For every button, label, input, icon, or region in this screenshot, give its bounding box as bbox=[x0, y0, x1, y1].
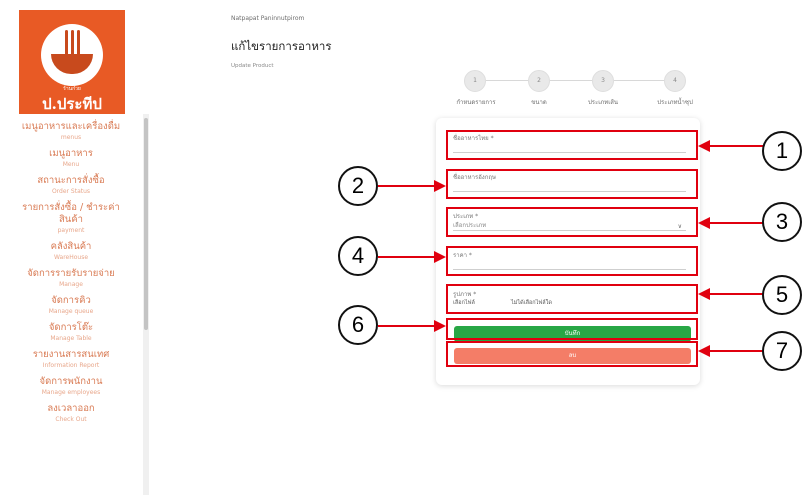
arrow-icon bbox=[698, 345, 710, 357]
page-title: แก้ไขรายการอาหาร bbox=[231, 39, 332, 53]
sidebar-item-manage[interactable]: จัดการรายรับรายจ่าย Manage bbox=[0, 265, 142, 292]
step-label: ประเภทเส้น bbox=[587, 99, 619, 106]
sidebar-item-manage-queue[interactable]: จัดการคิว Manage queue bbox=[0, 292, 142, 319]
sidebar-item-menu[interactable]: เมนูอาหาร Menu bbox=[0, 145, 142, 172]
sidebar-item-order-status[interactable]: สถานะการสั่งซื้อ Order Status bbox=[0, 172, 142, 199]
sidebar-item-sublabel: Menu bbox=[62, 161, 80, 168]
arrow-icon bbox=[698, 288, 710, 300]
sidebar-item-label: จัดการพนักงาน bbox=[39, 376, 103, 387]
sidebar-item-label: รายงานสารสนเทศ bbox=[32, 349, 110, 360]
sidebar-item-warehouse[interactable]: คลังสินค้า WareHouse bbox=[0, 238, 142, 265]
sidebar-item-label: จัดการรายรับรายจ่าย bbox=[27, 268, 115, 279]
annotation-arrow-6 bbox=[378, 325, 436, 327]
annotation-box-5 bbox=[446, 284, 698, 314]
sidebar-item-label: เมนูอาหารและเครื่องดื่ม bbox=[21, 121, 121, 132]
logo-text: ป.ประทีป bbox=[42, 95, 102, 113]
sidebar-item-payment[interactable]: รายการสั่งซื้อ / ชำระค่าสินค้า payment bbox=[0, 199, 142, 238]
sidebar-item-label: เมนูอาหาร bbox=[49, 148, 93, 159]
annotation-arrow-1 bbox=[708, 145, 764, 147]
sidebar-item-label: สถานะการสั่งซื้อ bbox=[37, 175, 105, 186]
arrow-icon bbox=[698, 217, 710, 229]
step-label: ประเภทน้ำซุป bbox=[657, 99, 693, 106]
sidebar-item-sublabel: Manage Table bbox=[50, 335, 92, 342]
step-4[interactable]: 4 bbox=[664, 70, 686, 92]
annotation-box-4 bbox=[446, 246, 698, 276]
arrow-icon bbox=[698, 140, 710, 152]
sidebar-item-menus[interactable]: เมนูอาหารและเครื่องดื่ม menus bbox=[0, 118, 142, 145]
step-2[interactable]: 2 bbox=[528, 70, 550, 92]
sidebar-item-information-report[interactable]: รายงานสารสนเทศ Information Report bbox=[0, 346, 142, 373]
noodle-bowl-icon bbox=[41, 24, 103, 86]
page-subtitle: Update Product bbox=[231, 63, 274, 69]
sidebar-item-sublabel: WareHouse bbox=[53, 254, 89, 261]
step-label: กำหนดรายการ bbox=[456, 99, 496, 106]
step-3[interactable]: 3 bbox=[592, 70, 614, 92]
page: ร้านก๋วย ป.ประทีป เมนูอาหารและเครื่องดื่… bbox=[0, 0, 805, 495]
sidebar-menu: เมนูอาหารและเครื่องดื่ม menus เมนูอาหาร … bbox=[0, 118, 142, 427]
sidebar-item-label: รายการสั่งซื้อ / ชำระค่าสินค้า bbox=[22, 202, 120, 225]
annotation-arrow-5 bbox=[708, 293, 764, 295]
sidebar-item-label: ลงเวลาออก bbox=[47, 403, 95, 414]
annotation-arrow-4 bbox=[378, 256, 436, 258]
annotation-circle-7: 7 bbox=[762, 331, 802, 371]
sidebar-item-sublabel: Check Out bbox=[55, 416, 87, 423]
annotation-box-3 bbox=[446, 207, 698, 237]
annotation-arrow-3 bbox=[708, 222, 764, 224]
step-label: ขนาด bbox=[531, 99, 547, 106]
sidebar-item-manage-employees[interactable]: จัดการพนักงาน Manage employees bbox=[0, 373, 142, 400]
annotation-box-7 bbox=[446, 341, 698, 367]
annotation-circle-2: 2 bbox=[338, 166, 378, 206]
sidebar-item-sublabel: Manage employees bbox=[41, 389, 101, 396]
sidebar-item-label: คลังสินค้า bbox=[50, 241, 92, 252]
sidebar-item-label: จัดการคิว bbox=[51, 295, 91, 306]
annotation-arrow-2 bbox=[378, 185, 436, 187]
sidebar-item-sublabel: payment bbox=[57, 227, 85, 234]
logo: ร้านก๋วย ป.ประทีป bbox=[19, 10, 125, 114]
annotation-circle-3: 3 bbox=[762, 202, 802, 242]
annotation-circle-6: 6 bbox=[338, 305, 378, 345]
sidebar-item-check-out[interactable]: ลงเวลาออก Check Out bbox=[0, 400, 142, 427]
stepper: 1 2 3 4 กำหนดรายการ ขนาด ประเภทเส้น ประเ… bbox=[450, 70, 700, 110]
arrow-icon bbox=[434, 180, 446, 192]
annotation-box-6 bbox=[446, 318, 698, 340]
sidebar-item-sublabel: Information Report bbox=[42, 362, 100, 369]
sidebar-item-sublabel: Manage queue bbox=[48, 308, 94, 315]
sidebar-scroll-thumb[interactable] bbox=[144, 118, 148, 330]
annotation-box-2 bbox=[446, 169, 698, 199]
annotation-box-1 bbox=[446, 130, 698, 160]
sidebar-item-sublabel: Manage bbox=[59, 281, 83, 288]
step-1[interactable]: 1 bbox=[464, 70, 486, 92]
annotation-arrow-7 bbox=[708, 350, 764, 352]
annotation-circle-4: 4 bbox=[338, 236, 378, 276]
arrow-icon bbox=[434, 251, 446, 263]
annotation-circle-5: 5 bbox=[762, 275, 802, 315]
sidebar-item-label: จัดการโต๊ะ bbox=[48, 322, 94, 333]
step-connector bbox=[614, 80, 666, 81]
sidebar-item-sublabel: Order Status bbox=[51, 188, 91, 195]
sidebar-item-sublabel: menus bbox=[60, 134, 82, 141]
annotation-circle-1: 1 bbox=[762, 131, 802, 171]
sidebar: ร้านก๋วย ป.ประทีป เมนูอาหารและเครื่องดื่… bbox=[0, 0, 152, 495]
arrow-icon bbox=[434, 320, 446, 332]
user-name: Natpapat Paninnutpirom bbox=[231, 15, 305, 22]
sidebar-item-manage-table[interactable]: จัดการโต๊ะ Manage Table bbox=[0, 319, 142, 346]
